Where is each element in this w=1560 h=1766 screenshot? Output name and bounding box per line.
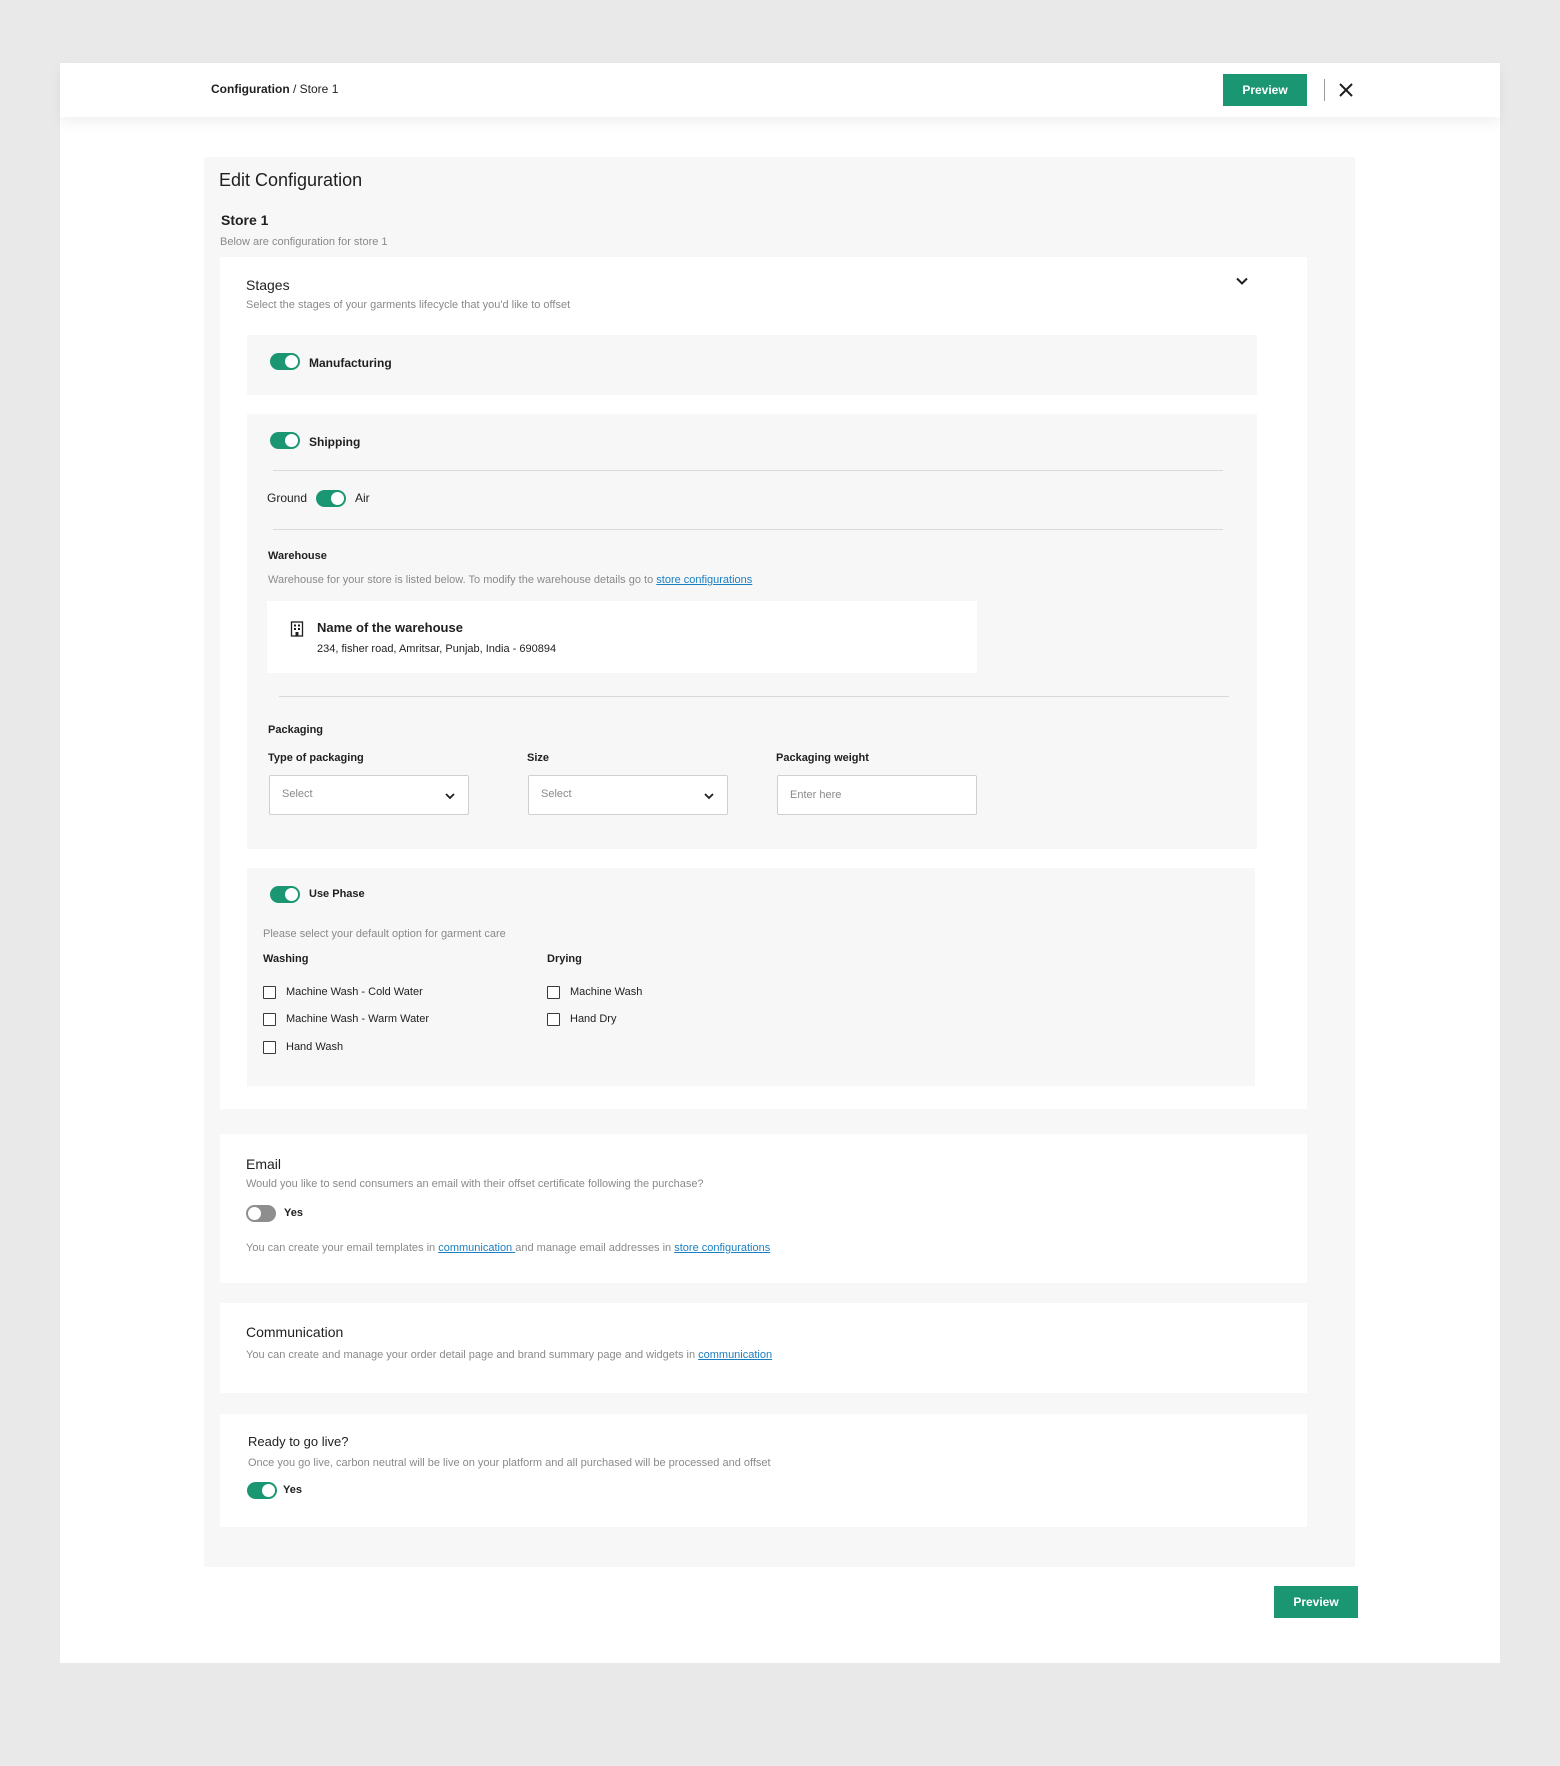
shipping-label: Shipping: [309, 435, 361, 449]
packaging-weight-input[interactable]: [777, 775, 977, 815]
select-placeholder: Select: [541, 788, 572, 800]
communication-link[interactable]: communication: [438, 1242, 515, 1254]
go-live-card: Ready to go live? Once you go live, carb…: [220, 1414, 1307, 1527]
warehouse-card: Name of the warehouse 234, fisher road, …: [267, 601, 977, 673]
mode-air-label: Air: [355, 491, 370, 505]
mode-ground-label: Ground: [267, 491, 308, 505]
select-placeholder: Select: [282, 788, 313, 800]
toggle-knob: [248, 1207, 261, 1220]
packaging-title: Packaging: [268, 724, 324, 736]
manufacturing-toggle[interactable]: [270, 353, 300, 370]
chevron-down-icon[interactable]: [1235, 274, 1249, 288]
app-frame: Configuration / Store 1 Preview Edit Con…: [60, 63, 1500, 1663]
close-icon[interactable]: [1336, 80, 1356, 100]
packaging-size-select[interactable]: Select: [528, 775, 728, 815]
divider: [279, 696, 1229, 697]
manufacturing-label: Manufacturing: [309, 356, 392, 370]
go-live-title: Ready to go live?: [248, 1434, 349, 1449]
use-phase-toggle[interactable]: [270, 886, 300, 903]
washing-option-checkbox[interactable]: [263, 1041, 276, 1054]
manufacturing-section: Manufacturing: [247, 335, 1257, 395]
divider: [1324, 79, 1325, 101]
go-live-toggle[interactable]: [247, 1482, 277, 1499]
edit-configuration-panel: Edit Configuration Store 1 Below are con…: [204, 157, 1355, 1567]
packaging-type-label: Type of packaging: [268, 752, 364, 764]
communication-note: You can create and manage your order det…: [246, 1349, 772, 1361]
drying-title: Drying: [547, 953, 582, 965]
washing-option-checkbox[interactable]: [263, 1013, 276, 1026]
use-phase-section: Use Phase Please select your default opt…: [247, 868, 1255, 1086]
email-question: Would you like to send consumers an emai…: [246, 1178, 704, 1190]
chevron-down-icon: [704, 793, 714, 800]
chevron-down-icon: [445, 793, 455, 800]
breadcrumb-current: Store 1: [299, 82, 339, 96]
go-live-description: Once you go live, carbon neutral will be…: [248, 1457, 771, 1469]
breadcrumb-separator: /: [289, 82, 300, 96]
washing-option-label: Hand Wash: [286, 1041, 344, 1053]
email-note: You can create your email templates in c…: [246, 1242, 770, 1254]
store-configurations-link[interactable]: store configurations: [656, 574, 752, 586]
email-toggle[interactable]: [246, 1205, 276, 1222]
top-bar: Configuration / Store 1 Preview: [60, 63, 1500, 117]
shipping-section: Shipping Ground Air Warehouse Warehouse …: [247, 414, 1257, 849]
toggle-knob: [331, 492, 344, 505]
shipping-toggle[interactable]: [270, 432, 300, 449]
divider: [273, 470, 1223, 471]
toggle-knob: [285, 434, 298, 447]
email-note-prefix: You can create your email templates in: [246, 1242, 439, 1254]
warehouse-name: Name of the warehouse: [317, 620, 463, 635]
toggle-knob: [285, 355, 298, 368]
breadcrumb: Configuration / Store 1: [211, 82, 338, 96]
store-subtitle: Below are configuration for store 1: [220, 236, 388, 248]
email-note-middle: and manage email addresses in: [515, 1242, 675, 1254]
store-title: Store 1: [221, 212, 269, 228]
stages-subtitle: Select the stages of your garments lifec…: [246, 299, 571, 311]
warehouse-description-text: Warehouse for your store is listed below…: [268, 574, 657, 586]
packaging-size-label: Size: [527, 752, 550, 764]
warehouse-address: 234, fisher road, Amritsar, Punjab, Indi…: [317, 643, 557, 655]
washing-option-label: Machine Wash - Cold Water: [286, 986, 423, 998]
packaging-weight-label: Packaging weight: [776, 752, 869, 764]
divider: [273, 529, 1223, 530]
preview-button-bottom[interactable]: Preview: [1274, 1586, 1358, 1618]
go-live-toggle-label: Yes: [283, 1484, 302, 1496]
drying-option-checkbox[interactable]: [547, 986, 560, 999]
communication-link[interactable]: communication: [698, 1349, 772, 1361]
communication-note-prefix: You can create and manage your order det…: [246, 1349, 699, 1361]
store-configurations-link[interactable]: store configurations: [674, 1242, 770, 1254]
email-toggle-label: Yes: [284, 1207, 303, 1219]
shipping-mode-toggle[interactable]: [316, 490, 346, 507]
stages-title: Stages: [246, 277, 290, 293]
toggle-knob: [285, 888, 298, 901]
packaging-type-select[interactable]: Select: [269, 775, 469, 815]
washing-option-label: Machine Wash - Warm Water: [286, 1013, 430, 1025]
building-icon: [290, 621, 304, 637]
email-title: Email: [246, 1156, 282, 1172]
preview-button-top[interactable]: Preview: [1223, 74, 1307, 106]
warehouse-description: Warehouse for your store is listed below…: [268, 574, 752, 586]
drying-option-label: Machine Wash: [570, 986, 643, 998]
use-phase-label: Use Phase: [309, 888, 365, 900]
use-phase-description: Please select your default option for ga…: [263, 928, 506, 940]
email-card: Email Would you like to send consumers a…: [220, 1134, 1307, 1283]
washing-title: Washing: [263, 953, 309, 965]
communication-card: Communication You can create and manage …: [220, 1303, 1307, 1393]
drying-option-label: Hand Dry: [570, 1013, 617, 1025]
stages-card: Stages Select the stages of your garment…: [220, 257, 1307, 1109]
breadcrumb-configuration[interactable]: Configuration: [211, 82, 290, 96]
toggle-knob: [262, 1484, 275, 1497]
drying-option-checkbox[interactable]: [547, 1013, 560, 1026]
washing-option-checkbox[interactable]: [263, 986, 276, 999]
communication-title: Communication: [246, 1324, 344, 1340]
page-title: Edit Configuration: [219, 170, 363, 190]
warehouse-title: Warehouse: [268, 550, 327, 562]
